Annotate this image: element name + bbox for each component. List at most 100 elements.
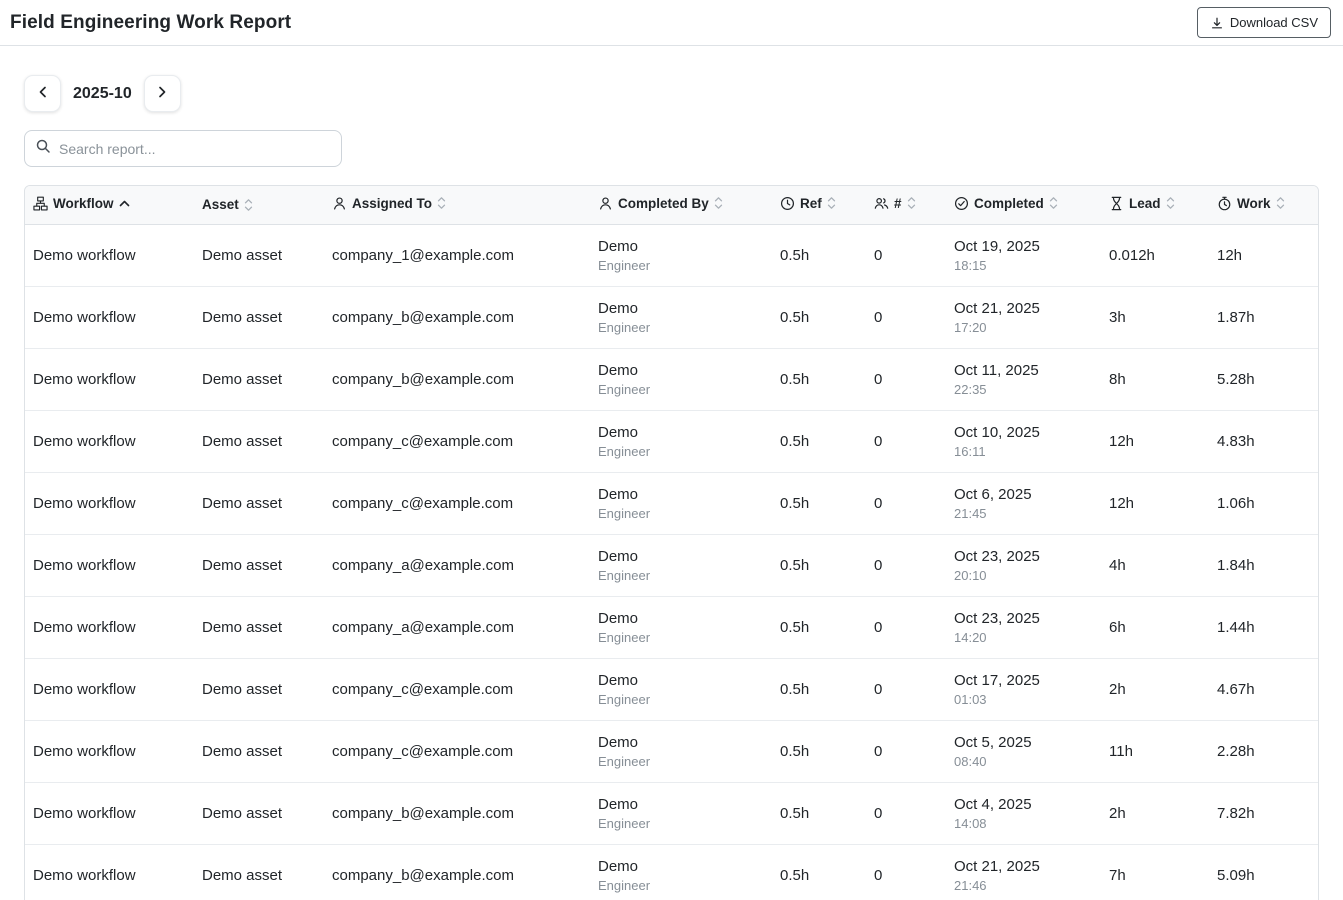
chevron-right-icon	[154, 84, 170, 103]
column-header-lead[interactable]: Lead	[1101, 186, 1209, 224]
cell-count: 0	[866, 348, 946, 410]
cell-lead: 11h	[1101, 720, 1209, 782]
cell-assigned-to: company_c@example.com	[324, 658, 590, 720]
cell-work: 1.06h	[1209, 472, 1319, 534]
cell-workflow: Demo workflow	[25, 596, 194, 658]
sort-ascending-icon[interactable]	[119, 200, 130, 207]
search-input[interactable]	[59, 141, 331, 157]
table-row[interactable]: Demo workflow Demo asset company_a@examp…	[25, 534, 1319, 596]
cell-asset: Demo asset	[194, 472, 324, 534]
cell-completed: Oct 6, 2025 21:45	[946, 472, 1101, 534]
top-bar: Field Engineering Work Report Download C…	[0, 0, 1343, 46]
cell-completed: Oct 4, 2025 14:08	[946, 782, 1101, 844]
cell-count: 0	[866, 286, 946, 348]
cell-completed-by: Demo Engineer	[590, 658, 772, 720]
table-row[interactable]: Demo workflow Demo asset company_c@examp…	[25, 720, 1319, 782]
completed-time: 21:45	[954, 506, 1093, 521]
completed-date: Oct 10, 2025	[954, 424, 1093, 441]
completed-date: Oct 19, 2025	[954, 238, 1093, 255]
cell-count: 0	[866, 720, 946, 782]
completed-date: Oct 17, 2025	[954, 672, 1093, 689]
cell-workflow: Demo workflow	[25, 844, 194, 900]
completed-by-role: Engineer	[598, 878, 764, 893]
sort-icon[interactable]	[437, 196, 446, 210]
cell-asset: Demo asset	[194, 844, 324, 900]
column-header-completed-by[interactable]: Completed By	[590, 186, 772, 224]
cell-completed-by: Demo Engineer	[590, 782, 772, 844]
completed-by-name: Demo	[598, 610, 764, 627]
sort-icon[interactable]	[714, 196, 723, 210]
column-header-asset[interactable]: Asset	[194, 186, 324, 224]
column-label: Lead	[1129, 196, 1161, 211]
column-header-work[interactable]: Work	[1209, 186, 1319, 224]
workflow-icon	[33, 196, 48, 211]
cell-completed: Oct 23, 2025 14:20	[946, 596, 1101, 658]
sort-icon[interactable]	[1166, 196, 1175, 210]
search-icon	[35, 138, 51, 159]
sort-icon[interactable]	[1049, 196, 1058, 210]
column-header-completed[interactable]: Completed	[946, 186, 1101, 224]
cell-asset: Demo asset	[194, 720, 324, 782]
column-header-ref[interactable]: Ref	[772, 186, 866, 224]
cell-assigned-to: company_c@example.com	[324, 720, 590, 782]
table-row[interactable]: Demo workflow Demo asset company_b@examp…	[25, 286, 1319, 348]
sort-icon[interactable]	[244, 198, 253, 212]
cell-ref: 0.5h	[772, 286, 866, 348]
column-header-count[interactable]: #	[866, 186, 946, 224]
sort-icon[interactable]	[827, 196, 836, 210]
cell-lead: 12h	[1101, 472, 1209, 534]
completed-by-role: Engineer	[598, 630, 764, 645]
cell-count: 0	[866, 534, 946, 596]
cell-completed-by: Demo Engineer	[590, 596, 772, 658]
cell-completed: Oct 5, 2025 08:40	[946, 720, 1101, 782]
completed-date: Oct 6, 2025	[954, 486, 1093, 503]
cell-work: 2.28h	[1209, 720, 1319, 782]
table-row[interactable]: Demo workflow Demo asset company_c@examp…	[25, 410, 1319, 472]
cell-asset: Demo asset	[194, 224, 324, 286]
completed-date: Oct 21, 2025	[954, 858, 1093, 875]
next-month-button[interactable]	[144, 75, 181, 112]
table-row[interactable]: Demo workflow Demo asset company_b@examp…	[25, 348, 1319, 410]
cell-ref: 0.5h	[772, 410, 866, 472]
cell-count: 0	[866, 472, 946, 534]
table-row[interactable]: Demo workflow Demo asset company_c@examp…	[25, 658, 1319, 720]
cell-assigned-to: company_b@example.com	[324, 844, 590, 900]
column-header-assigned-to[interactable]: Assigned To	[324, 186, 590, 224]
cell-asset: Demo asset	[194, 286, 324, 348]
cell-assigned-to: company_c@example.com	[324, 472, 590, 534]
cell-count: 0	[866, 658, 946, 720]
completed-by-role: Engineer	[598, 506, 764, 521]
table-row[interactable]: Demo workflow Demo asset company_b@examp…	[25, 782, 1319, 844]
cell-lead: 0.012h	[1101, 224, 1209, 286]
cell-completed: Oct 23, 2025 20:10	[946, 534, 1101, 596]
person-icon	[332, 196, 347, 211]
column-header-workflow[interactable]: Workflow	[25, 186, 194, 224]
cell-workflow: Demo workflow	[25, 286, 194, 348]
previous-month-button[interactable]	[24, 75, 61, 112]
table-row[interactable]: Demo workflow Demo asset company_b@examp…	[25, 844, 1319, 900]
table-row[interactable]: Demo workflow Demo asset company_c@examp…	[25, 472, 1319, 534]
completed-time: 17:20	[954, 320, 1093, 335]
cell-completed-by: Demo Engineer	[590, 224, 772, 286]
cell-completed-by: Demo Engineer	[590, 410, 772, 472]
cell-assigned-to: company_c@example.com	[324, 410, 590, 472]
cell-work: 1.44h	[1209, 596, 1319, 658]
cell-workflow: Demo workflow	[25, 534, 194, 596]
table-row[interactable]: Demo workflow Demo asset company_1@examp…	[25, 224, 1319, 286]
search-box[interactable]	[24, 130, 342, 167]
completed-date: Oct 5, 2025	[954, 734, 1093, 751]
completed-time: 18:15	[954, 258, 1093, 273]
cell-work: 5.09h	[1209, 844, 1319, 900]
cell-completed: Oct 17, 2025 01:03	[946, 658, 1101, 720]
cell-lead: 3h	[1101, 286, 1209, 348]
cell-work: 7.82h	[1209, 782, 1319, 844]
sort-icon[interactable]	[907, 196, 916, 210]
table-row[interactable]: Demo workflow Demo asset company_a@examp…	[25, 596, 1319, 658]
completed-time: 20:10	[954, 568, 1093, 583]
completed-date: Oct 23, 2025	[954, 610, 1093, 627]
cell-asset: Demo asset	[194, 348, 324, 410]
sort-icon[interactable]	[1276, 196, 1285, 210]
download-csv-button[interactable]: Download CSV	[1197, 7, 1331, 38]
cell-asset: Demo asset	[194, 782, 324, 844]
completed-by-name: Demo	[598, 486, 764, 503]
